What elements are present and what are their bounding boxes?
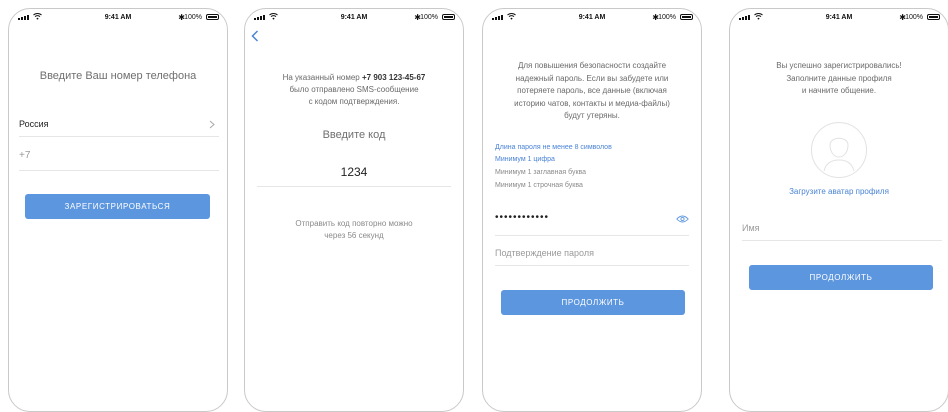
resend-info: Отправить код повторно можно через 56 се… [245,218,463,242]
resend-line: Отправить код повторно можно [295,219,413,228]
info-line: Заполните данные профиля [786,73,892,83]
battery-percent: 100% [184,14,202,21]
upload-avatar-link[interactable]: Загрузите аватар профиля [730,187,948,196]
divider [742,240,942,241]
continue-button[interactable]: ПРОДОЛЖИТЬ [749,265,933,290]
avatar-placeholder-icon[interactable] [810,121,868,179]
info-line: потеряете пароль, все данные (включая [517,86,667,95]
enter-code-label: Введите код [322,129,386,141]
info-line: будут утеряны. [564,111,620,120]
phone-input[interactable]: +7 [19,150,30,161]
eye-icon[interactable] [676,215,689,223]
battery-percent: 100% [905,14,923,21]
info-line: и начните общение. [801,86,877,95]
divider [19,136,219,137]
requirement-item: Минимум 1 заглавная буква [495,169,587,176]
battery-icon [927,14,940,20]
battery-percent: 100% [420,14,438,21]
divider [257,186,451,187]
requirement-item: Минимум 1 строчная буква [495,182,583,189]
info-line: историю чатов, контакты и медиа-файлы) [514,98,670,108]
code-input[interactable]: 1234 [245,165,463,179]
success-message: Вы успешно зарегистрировались! Заполните… [730,60,948,98]
status-bar: 9:41 AM ✱ 100% [245,9,463,27]
battery-icon [442,14,455,20]
status-bar: 9:41 AM ✱ 100% [483,9,701,27]
requirement-item: Длина пароля не менее 8 символов [495,144,612,151]
info-line: Для повышения безопасности создайте [517,61,667,70]
divider [495,265,689,266]
status-bar: 9:41 AM ✱ 100% [9,9,227,27]
name-input[interactable]: Имя [742,223,760,233]
password-info: Для повышения безопасности создайте наде… [483,60,701,123]
requirement-item: Минимум 1 цифра [495,156,555,163]
divider [19,170,219,171]
register-button[interactable]: ЗАРЕГИСТРИРОВАТЬСЯ [25,194,210,219]
phone-screen-password: 9:41 AM ✱ 100% Для повышения безопасност… [482,8,702,412]
sms-message-line: с кодом подтверждения. [308,97,400,106]
chevron-right-icon[interactable] [209,120,215,129]
continue-button[interactable]: ПРОДОЛЖИТЬ [501,290,685,315]
phone-screen-profile: 9:41 AM ✱ 100% Вы успешно зарегистрирова… [729,8,948,412]
phone-screen-code-entry: 9:41 AM ✱ 100% На указанный номер +7 903… [244,8,464,412]
info-line: надежный пароль. Если вы забудете или [515,73,669,83]
battery-icon [680,14,693,20]
sms-message: На указанный номер +7 903 123-45-67 было… [245,72,463,108]
status-bar: 9:41 AM ✱ 100% [730,9,948,27]
page-title: Введите Ваш номер телефона [39,70,197,82]
divider [495,235,689,236]
phone-number: +7 903 123-45-67 [361,73,426,82]
sms-message-line: было отправлено SMS-сообщение [289,85,419,94]
sms-message-prefix: На указанный номер [282,73,362,82]
resend-line: через 56 секунд [324,231,384,240]
battery-icon [206,14,219,20]
country-select[interactable]: Россия [19,119,49,129]
chevron-left-icon[interactable] [251,30,259,42]
confirm-password-input[interactable]: Подтверждение пароля [495,248,594,258]
phone-screen-phone-entry: 9:41 AM ✱ 100% Введите Ваш номер телефон… [8,8,228,412]
password-input[interactable]: •••••••••••• [495,212,549,223]
battery-percent: 100% [658,14,676,21]
info-line: Вы успешно зарегистрировались! [776,61,902,70]
